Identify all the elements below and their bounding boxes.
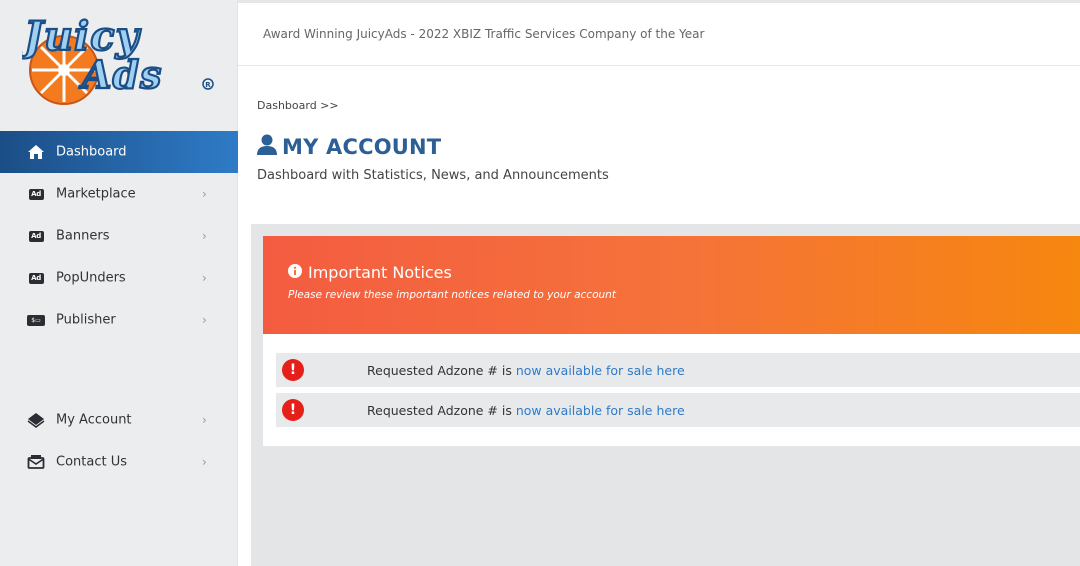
sidebar-item-label: PopUnders xyxy=(56,270,126,286)
sidebar-item-label: My Account xyxy=(56,412,132,428)
sidebar-item-my-account[interactable]: My Account › xyxy=(0,399,238,441)
chevron-right-icon: › xyxy=(202,413,207,427)
sidebar: Juicy Ads R Dashboard Ad Marketplace › A… xyxy=(0,0,238,566)
sidebar-item-label: Dashboard xyxy=(56,144,127,160)
sidebar-item-label: Banners xyxy=(56,228,110,244)
juicyads-logo[interactable]: Juicy Ads R xyxy=(16,8,222,108)
notices-title: Important Notices xyxy=(308,263,452,282)
notice-item: ! Requested Adzone # is now available fo… xyxy=(276,353,1080,387)
chevron-right-icon: › xyxy=(202,455,207,469)
page-title: MY ACCOUNT xyxy=(282,135,442,159)
logo-ads-text: Ads xyxy=(79,52,162,97)
award-banner-text: Award Winning JuicyAds - 2022 XBIZ Traff… xyxy=(263,27,705,41)
money-badge-icon: $▭ xyxy=(27,312,45,328)
important-notices-card: Important Notices Please review these im… xyxy=(263,236,1080,446)
page-title-group: MY ACCOUNT xyxy=(257,132,441,162)
home-icon xyxy=(27,144,45,160)
notice-message: Requested Adzone # is now available for … xyxy=(367,403,685,418)
user-icon xyxy=(257,134,277,160)
diamond-icon xyxy=(27,412,45,428)
top-header: Award Winning JuicyAds - 2022 XBIZ Traff… xyxy=(238,0,1080,66)
notices-title-group: Important Notices xyxy=(288,263,452,282)
sidebar-item-publisher[interactable]: $▭ Publisher › xyxy=(0,299,238,341)
alert-icon: ! xyxy=(282,359,304,381)
alert-icon: ! xyxy=(282,399,304,421)
ad-badge-icon: Ad xyxy=(27,228,45,244)
breadcrumb[interactable]: Dashboard >> xyxy=(257,99,339,112)
info-icon xyxy=(288,263,302,282)
notices-subtitle: Please review these important notices re… xyxy=(288,289,616,301)
sidebar-item-label: Marketplace xyxy=(56,186,136,202)
notice-link[interactable]: now available for sale here xyxy=(516,363,685,378)
sidebar-item-marketplace[interactable]: Ad Marketplace › xyxy=(0,173,238,215)
notice-link[interactable]: now available for sale here xyxy=(516,403,685,418)
notices-header: Important Notices Please review these im… xyxy=(263,236,1080,334)
sidebar-item-label: Publisher xyxy=(56,312,116,328)
envelope-icon xyxy=(27,454,45,470)
chevron-right-icon: › xyxy=(202,313,207,327)
ad-badge-icon: Ad xyxy=(27,270,45,286)
ad-badge-icon: Ad xyxy=(27,186,45,202)
sidebar-item-popunders[interactable]: Ad PopUnders › xyxy=(0,257,238,299)
notice-message: Requested Adzone # is now available for … xyxy=(367,363,685,378)
svg-text:R: R xyxy=(205,81,211,89)
sidebar-item-label: Contact Us xyxy=(56,454,127,470)
sidebar-item-dashboard[interactable]: Dashboard xyxy=(0,131,238,173)
chevron-right-icon: › xyxy=(202,187,207,201)
chevron-right-icon: › xyxy=(202,271,207,285)
page-subtitle: Dashboard with Statistics, News, and Ann… xyxy=(257,168,609,183)
sidebar-item-contact-us[interactable]: Contact Us › xyxy=(0,441,238,483)
chevron-right-icon: › xyxy=(202,229,207,243)
notice-item: ! Requested Adzone # is now available fo… xyxy=(276,393,1080,427)
sidebar-item-banners[interactable]: Ad Banners › xyxy=(0,215,238,257)
